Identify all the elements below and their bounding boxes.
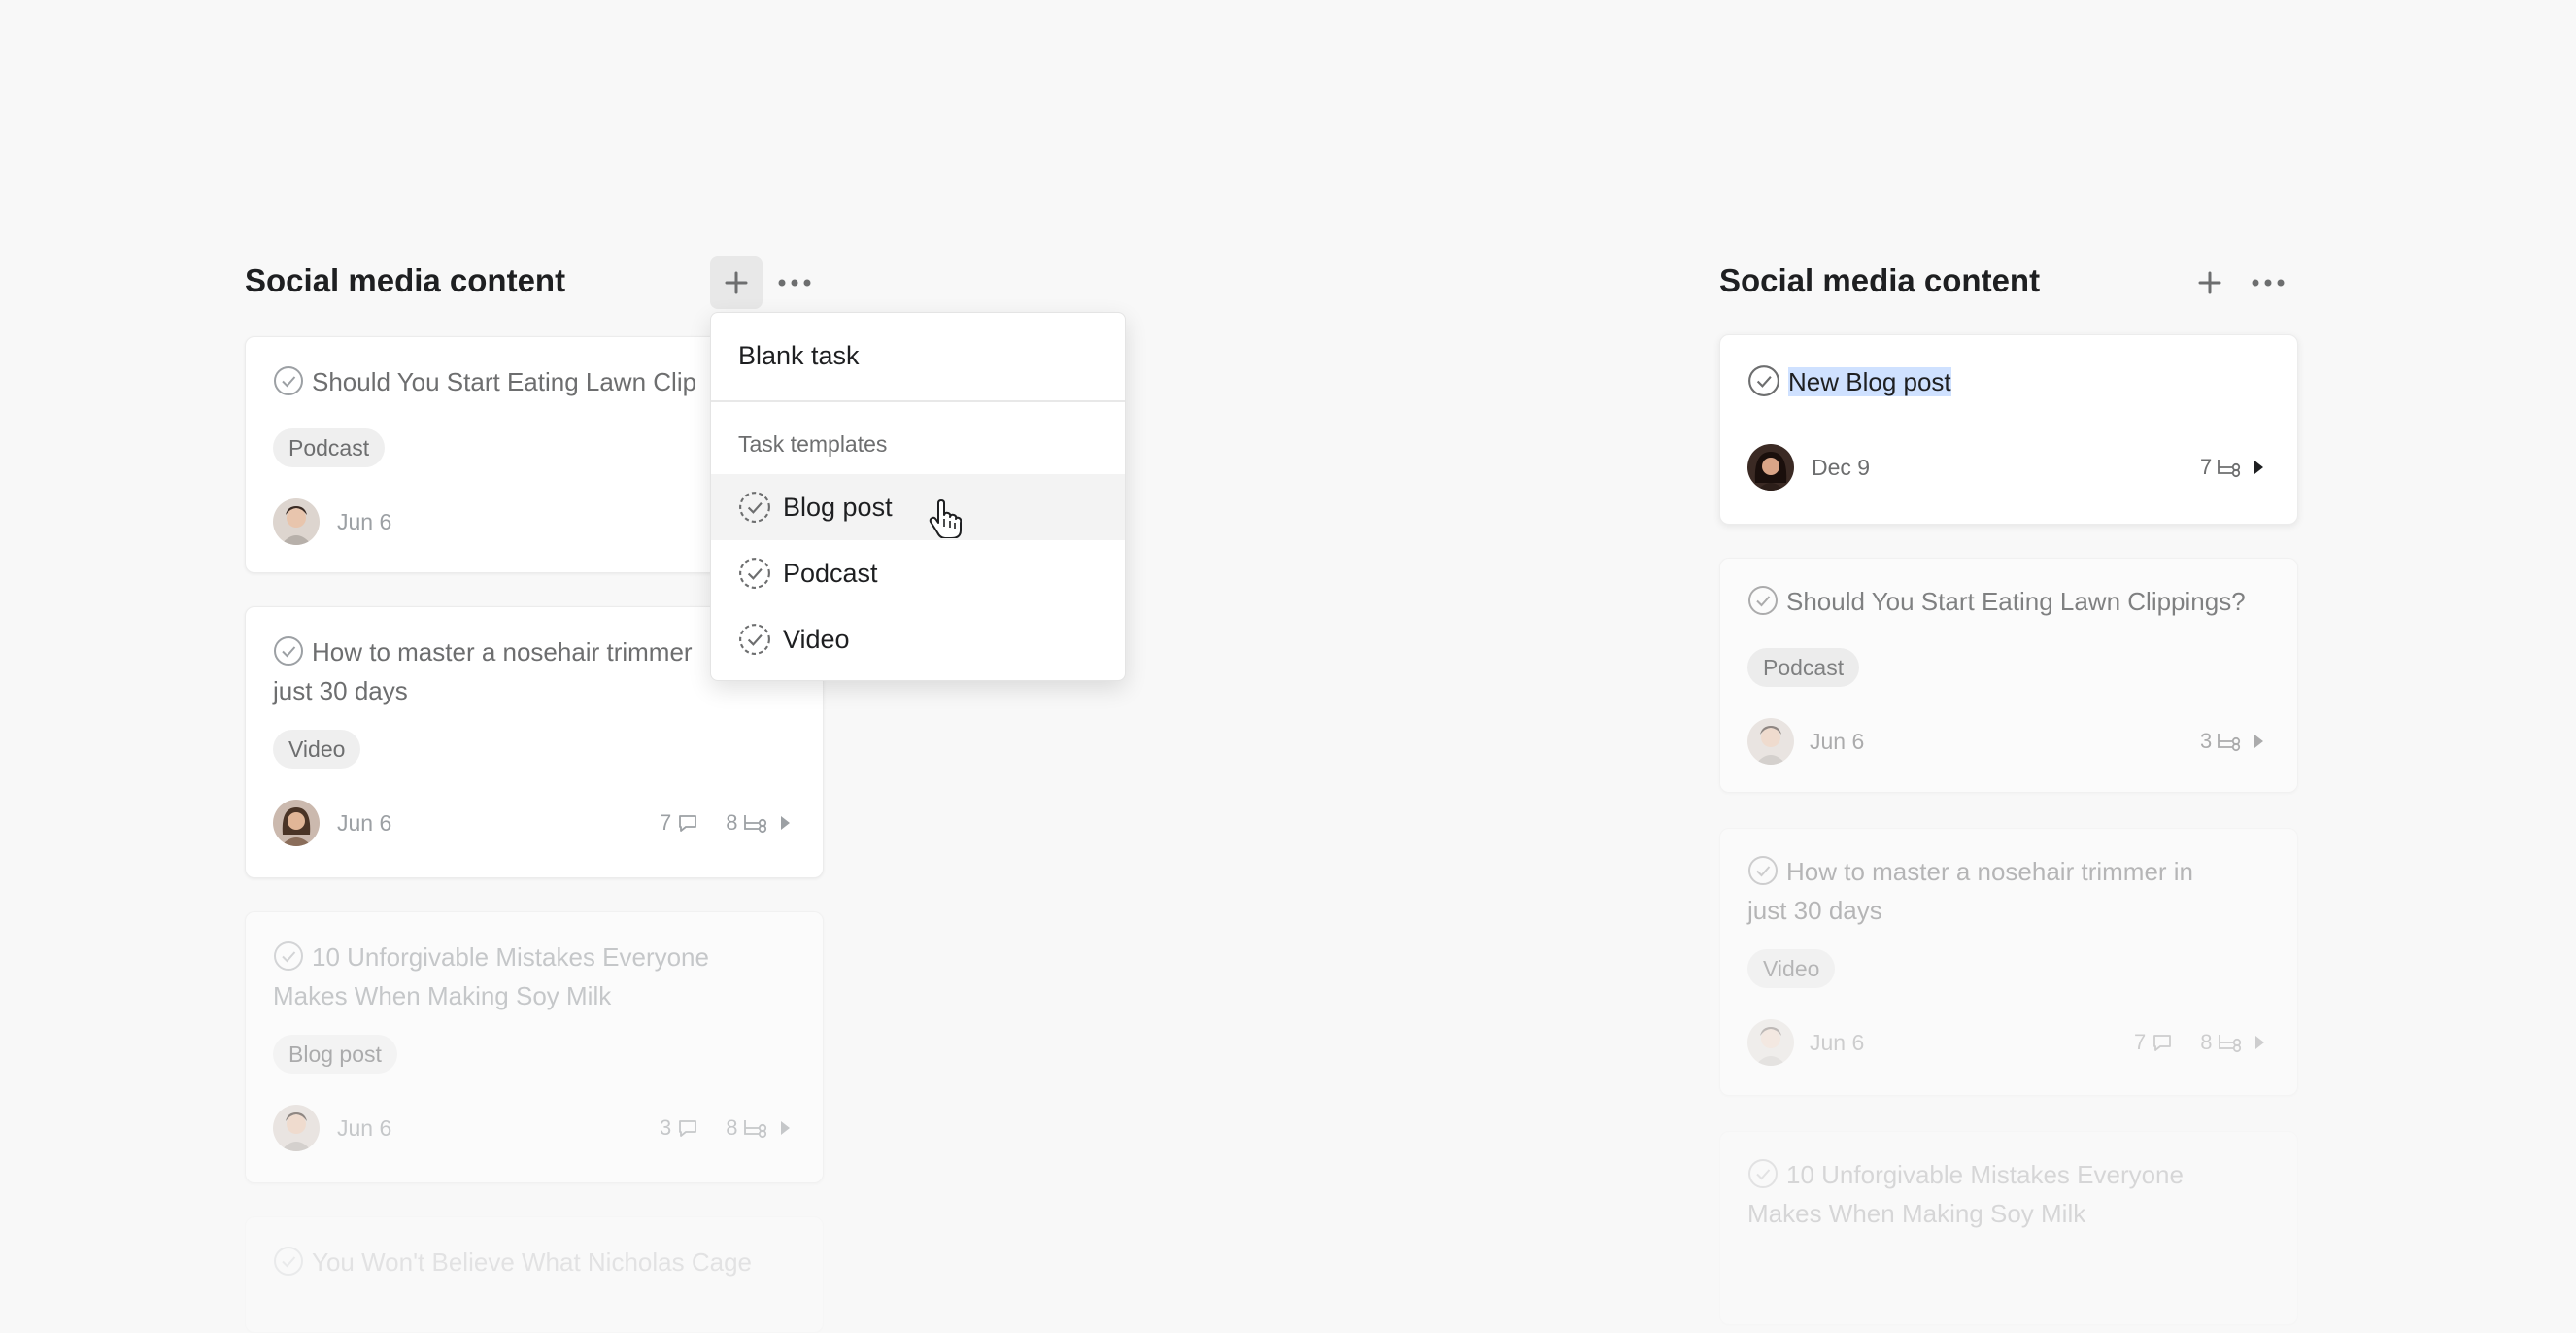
- subtask-icon[interactable]: [742, 1116, 769, 1140]
- template-video[interactable]: Video: [711, 606, 1125, 672]
- tag-video: Video: [1747, 949, 1836, 988]
- add-task-button[interactable]: [2184, 256, 2236, 309]
- avatar: [1747, 718, 1794, 765]
- dashed-check-circle-icon: [738, 491, 771, 524]
- dashed-check-circle-icon: [738, 623, 771, 656]
- task-title: You Won't Believe What Nicholas Cage: [273, 1243, 817, 1282]
- add-task-menu: Blank task Task templates Blog post Podc…: [710, 312, 1126, 681]
- task-card[interactable]: 10 Unforgivable Mistakes Everyone Makes W…: [1719, 1131, 2298, 1325]
- due-date: Jun 6: [337, 1115, 392, 1141]
- triangle-right-icon[interactable]: [779, 1120, 791, 1136]
- blank-task-option[interactable]: Blank task: [711, 323, 1125, 389]
- comment-count: 7: [660, 810, 672, 835]
- subtask-count: 7: [2200, 455, 2213, 479]
- task-meta: 7 8: [2134, 1023, 2265, 1062]
- task-card[interactable]: Should You Start Eating Lawn Clippings? …: [1719, 558, 2298, 793]
- check-circle-icon[interactable]: [273, 1246, 304, 1277]
- task-title-input[interactable]: New Blog post: [1788, 367, 1951, 396]
- task-title: How to master a nosehair trimmer in just …: [1747, 855, 2194, 925]
- avatar[interactable]: [1747, 444, 1794, 491]
- task-title[interactable]: New Blog post: [1747, 362, 1951, 401]
- plus-icon: [2198, 271, 2221, 294]
- column-more-button[interactable]: [2242, 256, 2294, 309]
- triangle-right-icon[interactable]: [2254, 1035, 2265, 1050]
- template-blog-post[interactable]: Blog post: [711, 474, 1125, 540]
- check-circle-icon[interactable]: [273, 635, 304, 666]
- task-meta: 7 8: [660, 803, 791, 842]
- comment-count: 3: [660, 1115, 672, 1140]
- column-more-button[interactable]: [768, 256, 821, 309]
- comment-icon: [675, 1116, 700, 1140]
- tag-podcast: Podcast: [273, 428, 386, 467]
- subtask-count: 8: [726, 1115, 738, 1140]
- due-date: Jun 6: [337, 810, 392, 836]
- check-circle-icon[interactable]: [1747, 855, 1779, 886]
- task-card[interactable]: You Won't Believe What Nicholas Cage: [245, 1216, 824, 1333]
- task-meta: 7: [2200, 448, 2264, 487]
- avatar: [1747, 1019, 1794, 1066]
- subtask-count: 8: [2200, 1030, 2213, 1054]
- template-label: Blog post: [783, 492, 893, 522]
- due-date: Jun 6: [1810, 729, 1865, 754]
- add-task-button[interactable]: [710, 256, 763, 309]
- hand-pointer-icon: [929, 499, 962, 538]
- check-circle-icon[interactable]: [1747, 364, 1780, 397]
- comment-count: 7: [2134, 1030, 2147, 1054]
- blank-task-label: Blank task: [738, 340, 860, 370]
- triangle-right-icon[interactable]: [779, 815, 791, 831]
- check-circle-icon[interactable]: [273, 940, 304, 972]
- menu-divider: [711, 400, 1125, 402]
- comment-icon: [675, 811, 700, 835]
- check-circle-icon[interactable]: [1747, 1158, 1779, 1189]
- tag-blog-post: Blog post: [273, 1035, 397, 1074]
- more-horizontal-icon: [2252, 279, 2285, 287]
- avatar: [273, 498, 320, 545]
- tag-video: Video: [273, 730, 361, 769]
- check-circle-icon[interactable]: [273, 365, 304, 396]
- comment-icon: [2150, 1031, 2175, 1054]
- template-label: Video: [783, 624, 850, 654]
- left-column-title: Social media content: [245, 262, 566, 298]
- template-label: Podcast: [783, 558, 878, 588]
- task-card[interactable]: 10 Unforgivable Mistakes Everyone Makes W…: [245, 911, 824, 1183]
- subtask-icon[interactable]: [742, 811, 769, 835]
- triangle-right-icon[interactable]: [2253, 460, 2264, 475]
- task-title: 10 Unforgivable Mistakes Everyone Makes W…: [1747, 1158, 2184, 1228]
- template-podcast[interactable]: Podcast: [711, 540, 1125, 606]
- subtask-count: 3: [2200, 729, 2213, 753]
- task-templates-label: Task templates: [738, 431, 888, 457]
- more-horizontal-icon: [778, 279, 811, 287]
- avatar: [273, 1105, 320, 1151]
- dashed-check-circle-icon: [738, 557, 771, 590]
- tag-podcast: Podcast: [1747, 648, 1860, 687]
- task-title: Should You Start Eating Lawn Clippings?: [1747, 582, 2246, 621]
- new-task-card[interactable]: New Blog post Dec 9 7: [1719, 334, 2298, 525]
- due-date: Jun 6: [1810, 1030, 1865, 1055]
- subtask-icon[interactable]: [2217, 1031, 2244, 1054]
- due-date[interactable]: Dec 9: [1812, 448, 1870, 487]
- task-meta: 3 8: [660, 1109, 791, 1147]
- check-circle-icon[interactable]: [1747, 585, 1779, 616]
- subtask-icon[interactable]: [2216, 456, 2243, 479]
- plus-icon: [725, 271, 748, 294]
- due-date: Jun 6: [337, 509, 392, 534]
- avatar: [273, 800, 320, 846]
- task-card[interactable]: How to master a nosehair trimmer in just …: [1719, 828, 2298, 1096]
- triangle-right-icon[interactable]: [2253, 734, 2264, 749]
- subtask-icon[interactable]: [2216, 730, 2243, 753]
- task-meta: 3: [2200, 722, 2264, 761]
- right-column-title: Social media content: [1719, 262, 2041, 298]
- task-title: 10 Unforgivable Mistakes Everyone Makes W…: [273, 940, 709, 1010]
- subtask-count: 8: [726, 810, 738, 835]
